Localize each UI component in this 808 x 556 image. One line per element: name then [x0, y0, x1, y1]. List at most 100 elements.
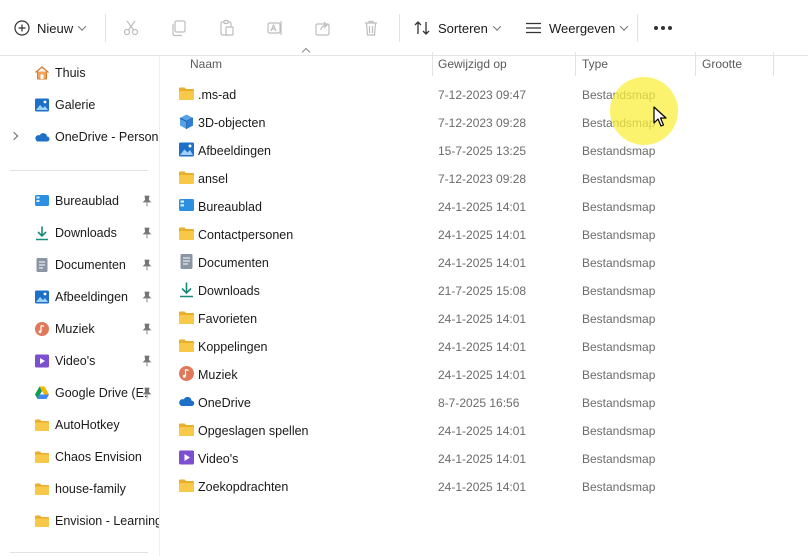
command-bar: Nieuw Sorteren Weergeven [0, 0, 808, 56]
file-type: Bestandsmap [582, 480, 656, 494]
download-icon [180, 282, 193, 298]
folder-icon [179, 87, 194, 100]
nav-item-label: Google Drive (E: [55, 386, 148, 400]
file-name: Opgeslagen spellen [198, 424, 309, 438]
file-type: Bestandsmap [582, 256, 656, 270]
cut-icon[interactable] [122, 19, 140, 37]
folder-icon [179, 479, 194, 492]
pictures-icon [35, 290, 49, 304]
file-type: Bestandsmap [582, 424, 656, 438]
file-modified-date: 7-12-2023 09:47 [438, 88, 527, 102]
nav-item-label: Downloads [55, 226, 117, 240]
plus-circle-icon [14, 20, 30, 36]
file-type: Bestandsmap [582, 396, 656, 410]
pin-icon[interactable] [142, 227, 152, 239]
folder-icon [179, 311, 194, 324]
nav-item-home[interactable]: Thuis [0, 58, 159, 88]
pin-icon[interactable] [142, 387, 152, 399]
share-icon[interactable] [314, 19, 332, 37]
file-modified-date: 24-1-2025 14:01 [438, 368, 527, 382]
nav-item-label: house-family [55, 482, 126, 496]
documents-icon [180, 254, 193, 269]
new-button-label: Nieuw [37, 20, 74, 36]
file-row[interactable]: OneDrive 8-7-2025 16:56 Bestandsmap [170, 388, 790, 416]
more-options-button[interactable] [654, 0, 672, 56]
column-divider[interactable] [575, 52, 576, 76]
file-row[interactable]: Muziek 24-1-2025 14:01 Bestandsmap [170, 360, 790, 388]
chevron-down-icon [77, 22, 87, 31]
file-row[interactable]: Zoekopdrachten 24-1-2025 14:01 Bestandsmap [170, 472, 790, 500]
nav-item-envision-learning[interactable]: Envision - Learning [0, 506, 159, 536]
pin-icon[interactable] [142, 323, 152, 335]
nav-item-downloads[interactable]: Downloads [0, 218, 159, 248]
rename-icon[interactable] [266, 19, 284, 37]
music-icon [179, 366, 194, 381]
column-header-modified[interactable]: Gewijzigd op [438, 57, 507, 71]
file-name: OneDrive [198, 396, 251, 410]
nav-item-label: Afbeeldingen [55, 290, 128, 304]
file-type: Bestandsmap [582, 228, 656, 242]
chevron-right-icon[interactable] [9, 131, 19, 141]
file-row[interactable]: Documenten 24-1-2025 14:01 Bestandsmap [170, 248, 790, 276]
nav-divider [10, 552, 148, 553]
column-header-name[interactable]: Naam [190, 57, 222, 71]
nav-item-pictures[interactable]: Afbeeldingen [0, 282, 159, 312]
nav-item-label: Documenten [55, 258, 126, 272]
nav-item-music[interactable]: Muziek [0, 314, 159, 344]
folder-icon [179, 423, 194, 436]
nav-item-autohotkey[interactable]: AutoHotkey [0, 410, 159, 440]
file-row[interactable]: 3D-objecten7-12-2023 09:28Bestandsmap [170, 108, 790, 136]
folder-icon [179, 339, 194, 352]
file-name: Koppelingen [198, 340, 268, 354]
file-type: Bestandsmap [582, 200, 656, 214]
nav-item-chaos-envision[interactable]: Chaos Envision [0, 442, 159, 472]
file-row[interactable]: .ms-ad7-12-2023 09:47Bestandsmap [170, 80, 790, 108]
file-type: Bestandsmap [582, 340, 656, 354]
file-modified-date: 24-1-2025 14:01 [438, 228, 527, 242]
file-row[interactable]: Favorieten 24-1-2025 14:01 Bestandsmap [170, 304, 790, 332]
file-type: Bestandsmap [582, 452, 656, 466]
pin-icon[interactable] [142, 355, 152, 367]
nav-item-videos[interactable]: Video's [0, 346, 159, 376]
column-divider[interactable] [695, 52, 696, 76]
pin-icon[interactable] [142, 291, 152, 303]
pin-icon[interactable] [142, 259, 152, 271]
documents-icon [36, 258, 48, 272]
nav-item-onedrive[interactable]: OneDrive - Persona [0, 122, 159, 152]
column-divider[interactable] [773, 52, 774, 76]
file-name: 3D-objecten [198, 116, 266, 130]
file-row[interactable]: Koppelingen 24-1-2025 14:01 Bestandsmap [170, 332, 790, 360]
sort-button[interactable]: Sorteren [414, 0, 502, 56]
view-button[interactable]: Weergeven [525, 0, 629, 56]
new-button[interactable]: Nieuw [14, 0, 87, 56]
file-modified-date: 7-12-2023 09:28 [438, 116, 527, 130]
nav-item-gallery[interactable]: Galerie [0, 90, 159, 120]
file-row[interactable]: Downloads 21-7-2025 15:08 Bestandsmap [170, 276, 790, 304]
nav-item-desktop[interactable]: Bureaublad [0, 186, 159, 216]
toolbar-divider [637, 14, 638, 42]
pin-icon[interactable] [142, 195, 152, 207]
desktop-icon [179, 199, 194, 211]
column-divider[interactable] [432, 52, 433, 76]
file-row[interactable]: Opgeslagen spellen 24-1-2025 14:01 Bestand… [170, 416, 790, 444]
view-icon [526, 22, 541, 34]
file-row[interactable]: ansel 7-12-2023 09:28 Bestandsmap [170, 164, 790, 192]
delete-icon[interactable] [362, 19, 380, 37]
paste-icon[interactable] [218, 19, 236, 37]
nav-item-house-family[interactable]: house-family [0, 474, 159, 504]
nav-item-google-drive[interactable]: Google Drive (E: [0, 378, 159, 408]
toolbar-divider [105, 14, 106, 42]
pictures-icon [179, 142, 194, 157]
copy-icon[interactable] [170, 19, 188, 37]
file-modified-date: 21-7-2025 15:08 [438, 284, 527, 298]
chevron-down-icon [492, 22, 502, 31]
file-row[interactable]: Video's 24-1-2025 14:01 Bestandsmap [170, 444, 790, 472]
column-header-size[interactable]: Grootte [702, 57, 742, 71]
file-list: Naam Gewijzigd op Type Grootte .ms-ad 7-1… [160, 47, 808, 556]
nav-item-label: Bureaublad [55, 194, 119, 208]
column-header-type[interactable]: Type [582, 57, 608, 71]
file-row[interactable]: Contactpersonen 24-1-2025 14:01 Bestandsma… [170, 220, 790, 248]
file-row[interactable]: Bureaublad 24-1-2025 14:01 Bestandsmap [170, 192, 790, 220]
nav-item-documents[interactable]: Documenten [0, 250, 159, 280]
file-row[interactable]: Afbeeldingen 15-7-2025 13:25 Bestandsmap [170, 136, 790, 164]
